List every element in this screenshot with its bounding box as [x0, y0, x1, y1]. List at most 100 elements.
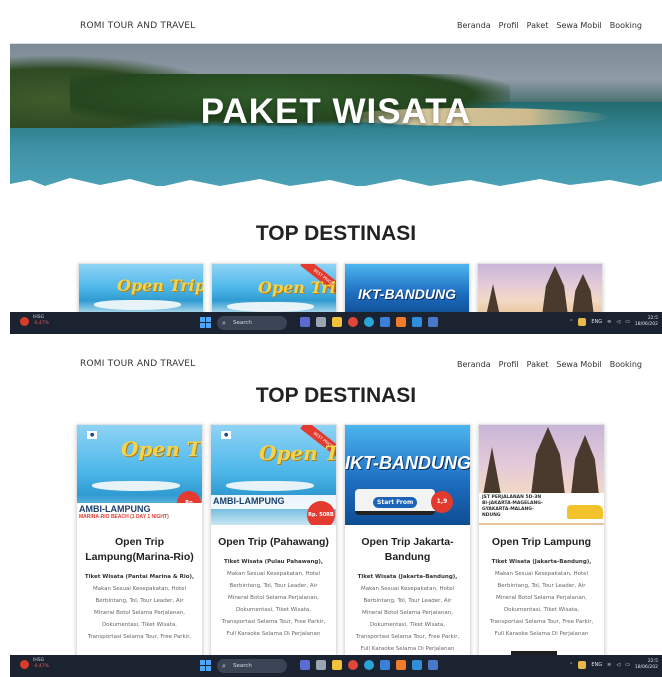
app-icon[interactable]	[380, 660, 390, 670]
card-image: ● Open Trip Rp AMBI-LAMPUNG MARINA-RIO B…	[77, 425, 202, 525]
taskbar-apps	[300, 317, 438, 327]
nav-item-booking[interactable]: Booking	[610, 21, 642, 30]
windows-start-icon[interactable]	[200, 660, 211, 671]
brand-logo[interactable]: ROMI TOUR AND TRAVEL	[80, 21, 195, 31]
card-preview-1[interactable]: Open Trip	[78, 263, 204, 315]
chevron-up-icon[interactable]: ⌃	[569, 319, 573, 325]
card-body: Open Trip Lampung Tiket Wisata (Jakarta-…	[479, 535, 604, 640]
taskbar-search[interactable]: ⌕ Search	[217, 316, 287, 330]
system-tray: ⌃ ENG ≋ ◁ ▭ 22:5 18/06/202	[569, 659, 658, 671]
search-icon: ⌕	[222, 662, 226, 670]
wifi-icon[interactable]: ≋	[607, 319, 611, 325]
card-body: Open Trip Jakarta-Bandung Tiket Wisata (…	[345, 535, 470, 655]
navbar: ROMI TOUR AND TRAVEL Beranda Profil Pake…	[10, 8, 662, 44]
nav-item-beranda[interactable]: Beranda	[457, 21, 491, 30]
nav-menu: Beranda Profil Paket Sewa Mobil Booking	[457, 360, 642, 369]
app-icon[interactable]	[316, 660, 326, 670]
card-description: Tiket Wisata (Jakarta-Bandung), Makan Se…	[489, 559, 594, 637]
app-icon[interactable]	[428, 660, 438, 670]
windows-start-icon[interactable]	[200, 317, 211, 328]
vscode-icon[interactable]	[412, 317, 422, 327]
nav-item-profil[interactable]: Profil	[499, 360, 519, 369]
vscode-icon[interactable]	[412, 660, 422, 670]
nav-item-sewa-mobil[interactable]: Sewa Mobil	[556, 360, 601, 369]
price-badge: 1,9	[431, 491, 453, 513]
language-indicator[interactable]: ENG	[591, 662, 602, 668]
card-title[interactable]: Open Trip Lampung(Marina-Rio)	[83, 535, 196, 565]
edge-icon[interactable]	[364, 660, 374, 670]
destination-card-pahawang[interactable]: ● BEST PRICE Open Trip AMBI-LAMPUNG Rp. …	[210, 424, 337, 664]
hero-banner: PAKET WISATA	[10, 44, 662, 186]
file-explorer-icon[interactable]	[332, 660, 342, 670]
start-from-label: Start From	[373, 497, 418, 508]
card-preview-4[interactable]	[477, 263, 603, 315]
wifi-icon[interactable]: ≋	[607, 662, 611, 668]
destination-card-jakarta-bandung[interactable]: IKT-BANDUNG Start From 1,9 Open Trip Jak…	[344, 424, 471, 664]
language-indicator[interactable]: ENG	[591, 319, 602, 325]
card-image: Open Trip	[79, 264, 203, 314]
app-icon[interactable]	[316, 317, 326, 327]
destination-card-lampung[interactable]: JST PERJALANAN 5D-3N BI-JAKARTA-MAGELANG…	[478, 424, 605, 664]
nav-item-beranda[interactable]: Beranda	[457, 360, 491, 369]
file-explorer-icon[interactable]	[332, 317, 342, 327]
system-tray: ⌃ ENG ≋ ◁ ▭ 22:5 18/06/202	[569, 316, 658, 328]
card-image: BEST PRICE Open Trip	[212, 264, 336, 314]
screenshot-top: ROMI TOUR AND TRAVEL Beranda Profil Pake…	[10, 8, 662, 334]
screenshot-bottom: ROMI TOUR AND TRAVEL Beranda Profil Pake…	[10, 346, 662, 677]
ticker-icon	[20, 659, 29, 669]
card-image: IKT-BANDUNG Start From 1,9	[345, 425, 470, 525]
nav-item-paket[interactable]: Paket	[527, 360, 549, 369]
card-title[interactable]: Open Trip (Pahawang)	[217, 535, 330, 550]
section-title: TOP DESTINASI	[255, 222, 417, 245]
clock[interactable]: 22:5 18/06/202	[635, 659, 658, 671]
card-preview-2[interactable]: BEST PRICE Open Trip	[211, 263, 337, 315]
tray-app-icon[interactable]	[578, 661, 587, 669]
section-title: TOP DESTINASI	[255, 384, 417, 407]
car-graphic	[567, 505, 603, 519]
destination-card-lampung-marina-rio[interactable]: ● Open Trip Rp AMBI-LAMPUNG MARINA-RIO B…	[76, 424, 203, 664]
chevron-up-icon[interactable]: ⌃	[569, 662, 573, 668]
chrome-icon[interactable]	[348, 317, 358, 327]
taskbar-widget[interactable]: IHSG -0,47%	[20, 315, 49, 327]
app-icon[interactable]	[396, 660, 406, 670]
card-title[interactable]: Open Trip Lampung	[485, 535, 598, 550]
image-headline: IKT-BANDUNG	[345, 453, 470, 473]
tray-app-icon[interactable]	[578, 318, 587, 326]
price-badge: Rp. 50RB	[307, 501, 335, 525]
clock[interactable]: 22:5 18/06/202	[635, 316, 658, 328]
nav-item-sewa-mobil[interactable]: Sewa Mobil	[556, 21, 601, 30]
nav-menu: Beranda Profil Paket Sewa Mobil Booking	[457, 21, 642, 30]
battery-icon[interactable]: ▭	[625, 662, 630, 668]
image-band: AMBI-LAMPUNG MARINA-RIO BEACH (1 DAY 1 N…	[77, 503, 202, 525]
ticker-change: -0,47%	[33, 664, 49, 669]
card-image: ● BEST PRICE Open Trip AMBI-LAMPUNG Rp. …	[211, 425, 336, 525]
taskbar-search[interactable]: ⌕ Search	[217, 659, 287, 673]
image-script-text: Open Trip	[259, 441, 336, 465]
card-image: IKT-BANDUNG	[345, 264, 469, 314]
app-icon[interactable]	[396, 317, 406, 327]
os-taskbar: IHSG -0,47% ⌕ Search ⌃ ENG ≋ ◁ ▭ 22:5 18…	[10, 312, 662, 334]
taskbar-apps	[300, 660, 438, 670]
card-body: Open Trip Lampung(Marina-Rio) Tiket Wisa…	[77, 535, 202, 643]
card-title[interactable]: Open Trip Jakarta-Bandung	[351, 535, 464, 565]
card-description: Tiket Wisata (Jakarta-Bandung), Makan Se…	[355, 574, 460, 652]
hero-title: PAKET WISATA	[200, 92, 472, 131]
card-preview-3[interactable]: IKT-BANDUNG	[344, 263, 470, 315]
volume-icon[interactable]: ◁	[616, 319, 620, 325]
battery-icon[interactable]: ▭	[625, 319, 630, 325]
app-icon[interactable]	[428, 317, 438, 327]
nav-item-profil[interactable]: Profil	[499, 21, 519, 30]
ticker-icon	[20, 316, 29, 326]
nav-item-paket[interactable]: Paket	[527, 21, 549, 30]
search-icon: ⌕	[222, 319, 226, 327]
app-icon[interactable]	[380, 317, 390, 327]
nav-item-booking[interactable]: Booking	[610, 360, 642, 369]
app-icon[interactable]	[300, 317, 310, 327]
brand-logo[interactable]: ROMI TOUR AND TRAVEL	[80, 359, 195, 369]
edge-icon[interactable]	[364, 317, 374, 327]
taskbar-widget[interactable]: IHSG -0,47%	[20, 658, 49, 670]
chrome-icon[interactable]	[348, 660, 358, 670]
card-image	[478, 264, 602, 314]
app-icon[interactable]	[300, 660, 310, 670]
volume-icon[interactable]: ◁	[616, 662, 620, 668]
